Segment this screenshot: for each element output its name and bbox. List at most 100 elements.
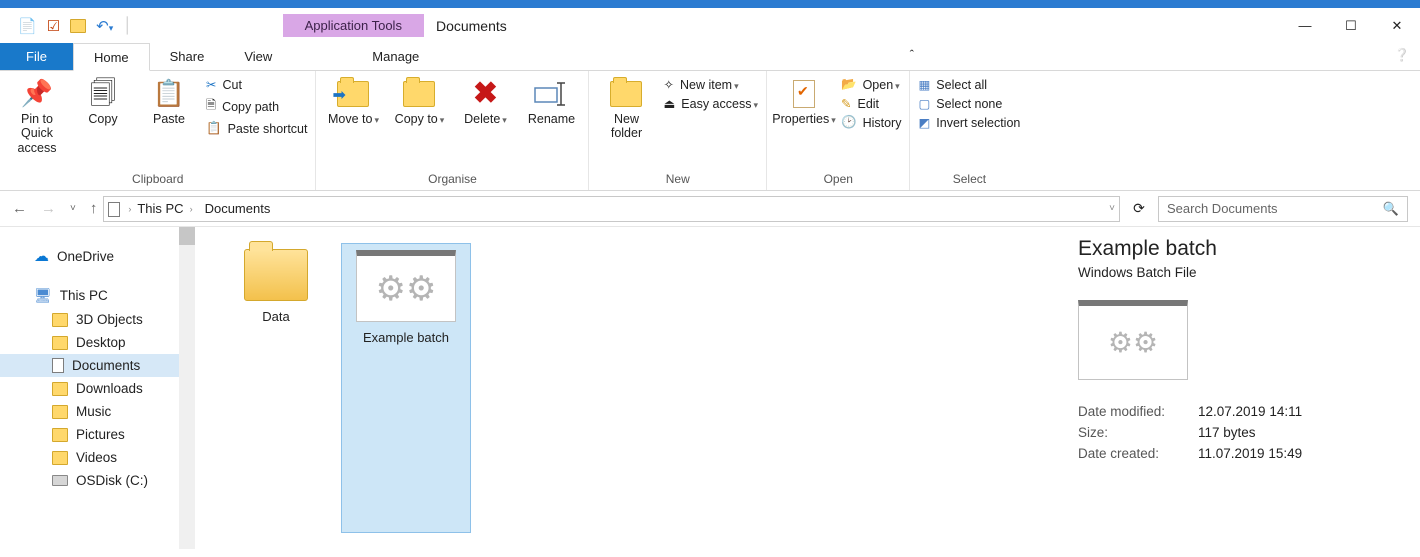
edit-button[interactable]: ✎Edit [841, 96, 901, 111]
batch-file-icon: ⚙⚙ [356, 250, 456, 322]
move-to-button[interactable]: ➡Move to [324, 77, 382, 126]
breadcrumb-root[interactable]: ›This PC› [124, 199, 196, 218]
refresh-button[interactable]: ⟳ [1126, 196, 1152, 222]
nav-3d-objects[interactable]: 3D Objects [0, 308, 195, 331]
folder-icon [610, 81, 642, 107]
open-icon: 📂 [841, 77, 857, 92]
properties-button[interactable]: Properties [775, 77, 833, 126]
copy-to-button[interactable]: Copy to [390, 77, 448, 126]
group-new: New folder ✧New item ⏏Easy access New [589, 71, 767, 190]
nav-music[interactable]: Music [0, 400, 195, 423]
address-dropdown-icon[interactable]: ˅ [1109, 203, 1115, 214]
group-label: New [666, 172, 690, 188]
minimize-button[interactable]: — [1282, 11, 1328, 41]
help-icon[interactable]: ❔ [1384, 43, 1420, 70]
nav-documents[interactable]: Documents [0, 354, 195, 377]
address-bar-row: ← → ˅ ↑ ›This PC› Documents ˅ ⟳ Search D… [0, 191, 1420, 227]
location-icon [108, 200, 120, 216]
properties-icon [793, 80, 815, 108]
documents-icon [52, 358, 64, 373]
nav-pictures[interactable]: Pictures [0, 423, 195, 446]
folder-icon [52, 451, 68, 465]
prop-key: Date created: [1078, 446, 1198, 461]
file-item-folder[interactable]: Data [211, 243, 341, 533]
recent-button[interactable]: ˅ [70, 203, 76, 214]
back-button[interactable]: ← [12, 200, 27, 217]
group-open: Properties 📂Open ✎Edit 🕑History Open [767, 71, 910, 190]
tab-view[interactable]: View [224, 43, 292, 70]
ribbon-collapse-icon[interactable]: ˆ [900, 43, 924, 70]
paste-shortcut-button[interactable]: 📋Paste shortcut [206, 121, 307, 136]
prop-key: Size: [1078, 425, 1198, 440]
maximize-button[interactable]: ☐ [1328, 11, 1374, 41]
nav-scrollbar[interactable] [179, 227, 195, 549]
invert-selection-button[interactable]: ◩Invert selection [918, 115, 1020, 130]
file-name: Example batch [363, 330, 449, 345]
nav-downloads[interactable]: Downloads [0, 377, 195, 400]
tab-home[interactable]: Home [73, 43, 150, 71]
scrollbar-thumb[interactable] [179, 227, 195, 245]
file-list[interactable]: Data ⚙⚙ Example batch [195, 227, 1060, 549]
rename-button[interactable]: Rename [522, 77, 580, 126]
tab-file[interactable]: File [0, 43, 73, 70]
search-icon: 🔍 [1383, 201, 1399, 217]
select-all-button[interactable]: ▦Select all [918, 77, 1020, 92]
qat-properties-icon[interactable]: 📄 [18, 17, 37, 35]
details-pane: Example batch Windows Batch File ⚙⚙ Date… [1060, 227, 1420, 549]
qat-checkbox-icon[interactable]: ☑ [47, 17, 60, 35]
select-none-button[interactable]: ▢Select none [918, 96, 1020, 111]
ribbon: 📌Pin to Quick access 🗐Copy 📋Paste ✂Cut 🗎… [0, 71, 1420, 191]
forward-button[interactable]: → [41, 200, 56, 217]
nav-this-pc[interactable]: 🖥This PC [0, 283, 195, 308]
folder-icon [52, 382, 68, 396]
address-bar[interactable]: ›This PC› Documents ˅ [103, 196, 1120, 222]
select-none-icon: ▢ [918, 96, 930, 111]
history-button[interactable]: 🕑History [841, 115, 901, 130]
pc-icon: 🖥 [34, 287, 52, 304]
group-label: Clipboard [132, 172, 183, 188]
tab-share[interactable]: Share [150, 43, 225, 70]
qat-folder-icon[interactable] [70, 17, 86, 34]
nav-desktop[interactable]: Desktop [0, 331, 195, 354]
new-item-button[interactable]: ✧New item [663, 77, 758, 92]
open-button[interactable]: 📂Open [841, 77, 901, 92]
details-thumbnail: ⚙⚙ [1078, 300, 1188, 380]
invert-icon: ◩ [918, 115, 930, 130]
qat-undo-icon[interactable]: ↶▾ [96, 17, 113, 35]
nav-videos[interactable]: Videos [0, 446, 195, 469]
group-organise: ➡Move to Copy to ✖Delete Rename Organise [316, 71, 589, 190]
group-clipboard: 📌Pin to Quick access 🗐Copy 📋Paste ✂Cut 🗎… [0, 71, 316, 190]
breadcrumb-folder[interactable]: Documents [201, 199, 275, 218]
copy-path-button[interactable]: 🗎Copy path [206, 96, 307, 117]
group-label: Organise [428, 172, 477, 188]
pencil-icon: ✎ [841, 96, 851, 111]
nav-osdisk[interactable]: OSDisk (C:) [0, 469, 195, 492]
folder-icon [52, 336, 68, 350]
title-bar: 📄 ☑ ↶▾ │ Application Tools Documents — ☐… [0, 0, 1420, 43]
tab-manage[interactable]: Manage [352, 43, 439, 70]
cut-button[interactable]: ✂Cut [206, 77, 307, 92]
history-icon: 🕑 [841, 115, 857, 130]
scissors-icon: ✂ [206, 77, 216, 92]
qat-divider: │ [123, 17, 132, 34]
up-button[interactable]: ↑ [90, 200, 98, 217]
easy-access-icon: ⏏ [663, 96, 675, 111]
delete-button[interactable]: ✖Delete [456, 77, 514, 126]
copy-path-icon: 🗎 [206, 96, 216, 117]
file-name: Data [262, 309, 289, 324]
search-box[interactable]: Search Documents 🔍 [1158, 196, 1408, 222]
pin-quickaccess-button[interactable]: 📌Pin to Quick access [8, 77, 66, 155]
close-button[interactable]: ✕ [1374, 11, 1420, 41]
file-item-batch[interactable]: ⚙⚙ Example batch [341, 243, 471, 533]
copy-button[interactable]: 🗐Copy [74, 77, 132, 126]
prop-key: Date modified: [1078, 404, 1198, 419]
new-folder-button[interactable]: New folder [597, 77, 655, 141]
group-label: Open [824, 172, 853, 188]
nav-onedrive[interactable]: ☁OneDrive [0, 243, 195, 269]
ribbon-context-tab[interactable]: Application Tools [283, 14, 424, 37]
drive-icon [52, 475, 68, 486]
ribbon-tabs: File Home Share View Manage ˆ ❔ [0, 43, 1420, 71]
shortcut-icon: 📋 [206, 121, 222, 136]
paste-button[interactable]: 📋Paste [140, 77, 198, 126]
easy-access-button[interactable]: ⏏Easy access [663, 96, 758, 111]
